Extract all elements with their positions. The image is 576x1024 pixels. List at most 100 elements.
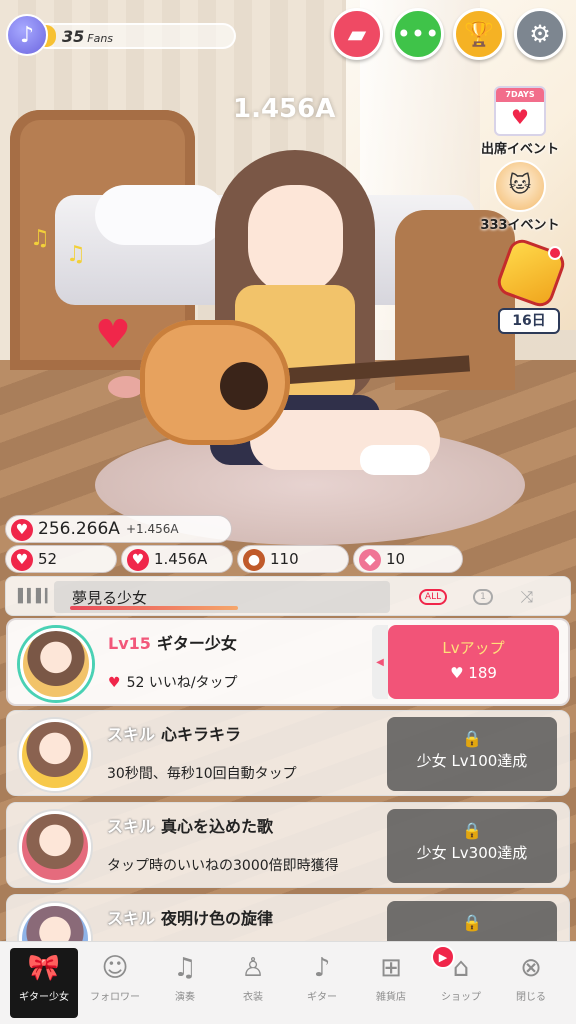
nav-close[interactable]: ⊗ 閉じる [497,948,565,1018]
event-333-button[interactable]: 🐱 333イベント [474,160,566,233]
tap-likes-pill: ♥ 52 [5,545,117,573]
guitar-girl-character[interactable] [140,150,471,490]
skill-desc: 30秒間、毎秒10回自動タップ [107,766,297,782]
repeat-all-icon: ALL [418,589,448,605]
skill-name: 心キラキラ [161,725,242,744]
locked-skill-button[interactable]: 🔒 少女 Lv300達成 [387,809,557,883]
lock-requirement: 少女 Lv100達成 [416,752,528,770]
skill-desc: タップ時のいいねの3000倍即時獲得 [107,858,339,874]
socks [360,445,430,475]
skill-card: スキル 真心を込めた歌 タップ時のいいねの3000倍即時獲得 🔒 少女 Lv300… [6,802,570,888]
nav-label: ギター少女 [19,992,69,1003]
heart-clock-icon: ♥ [127,549,149,571]
skill-title: スキル 心キラキラ [107,721,241,745]
basketball-count: 110 [270,550,299,568]
trophy-button[interactable]: 🏆 [453,8,505,60]
basketball-icon: ● [243,549,265,571]
music-orb-icon[interactable]: ♪ [6,14,48,56]
lock-icon: 🔒 [462,729,482,748]
skill-avatar [19,811,91,883]
repeat-one-icon: 1 [473,589,493,605]
candy-count: 10 [386,550,406,568]
basketball-pill: ● 110 [237,545,349,573]
music-note-icon: ♫ [173,953,197,983]
skill-prefix: スキル [107,909,156,928]
guitar-girl-avatar[interactable] [20,628,92,700]
calendar-header: 7DAYS [496,88,544,102]
music-player: ▌▍▌▎ 夢見る少女 ALL 1 ⤨ [5,576,571,616]
nav-costume[interactable]: ♙ 衣装 [219,948,287,1018]
nav-label: 演奏 [175,992,195,1003]
nav-guitar-girl[interactable]: 🎀 ギター少女 [10,948,78,1018]
music-note-icon: ♫ [30,226,50,251]
tap-heart-icon: ♥ [11,549,33,571]
card-desc: ♥ 52 いいね/タップ [108,672,238,692]
chevron-left-icon: ◀ [376,656,384,668]
gift-icon: ⊞ [380,953,402,983]
girl-level-card: Lv15 ギター少女 ♥ 52 いいね/タップ ◀ Lvアップ ♥ 189 [6,618,570,706]
level-up-button[interactable]: Lvアップ ♥ 189 [388,625,559,699]
repeat-all-button[interactable]: ALL [417,584,449,610]
face [248,185,343,295]
song-progress-bar [70,606,238,610]
card-title: Lv15 ギター少女 [108,630,237,654]
skill-name: 夜明け色の旋律 [161,909,274,928]
nav-label: ギター [307,992,337,1003]
total-likes: 256.266A [38,519,120,539]
slipper [108,376,144,398]
fans-label: Fans [87,32,114,45]
trophy-icon: 🏆 [464,20,494,48]
ticket-button[interactable]: ▰ [331,8,383,60]
timed-likes-pill: ♥ 1.456A [121,545,233,573]
song-title: 夢見る少女 [72,589,148,607]
likes-per-tap: 52 [38,550,58,568]
skill-title: スキル 真心を込めた歌 [107,813,273,837]
skill-avatar [19,719,91,791]
attendance-event-button[interactable]: 7DAYS ♥ 出席イベント [474,86,566,157]
star-event-button[interactable]: 16日 [493,235,569,340]
guitar-icon: ♪ [313,953,331,983]
skill-title: スキル 夜明け色の旋律 [107,905,273,929]
nav-label: ショップ [441,992,481,1003]
nav-perform[interactable]: ♫ 演奏 [151,948,219,1018]
candy-icon: ◆ [359,549,381,571]
followers-icon: ☺ [101,953,129,983]
heart-icon: ♥ [11,519,33,541]
music-note-icon: ♫ [66,242,86,267]
nav-followers[interactable]: ☺ フォロワー [81,948,149,1018]
event-333-label: 333イベント [480,218,560,233]
floating-likes-amount: 1.456A [233,94,336,124]
shuffle-button[interactable]: ⤨ [511,584,543,610]
girl-level: Lv15 [108,634,151,653]
bottom-nav: 🎀 ギター少女 ☺ フォロワー ♫ 演奏 ♙ 衣装 ♪ ギター ⊞ 雑貨店 ⌂ … [0,941,576,1024]
close-icon: ⊗ [520,953,542,983]
level-up-label: Lvアップ [442,639,505,657]
bow-icon: 🎀 [27,953,61,983]
song-title-box[interactable]: 夢見る少女 [54,581,390,613]
gear-icon: ⚙ [529,20,551,48]
chat-bubble-icon: ••• [396,20,440,48]
heart-icon: ♥ [450,664,464,682]
equalizer-icon[interactable]: ▌▍▌▎ [18,589,55,604]
likes-per-second: +1.456A [125,522,179,536]
repeat-one-button[interactable]: 1 [467,584,499,610]
total-likes-pill: ♥ 256.266A +1.456A [5,515,232,543]
calendar-icon: 7DAYS ♥ [494,86,546,136]
settings-button[interactable]: ⚙ [514,8,566,60]
expand-tab[interactable]: ◀ [372,625,388,699]
nav-label: フォロワー [90,992,140,1003]
level-up-cost: ♥ 189 [388,664,559,682]
chat-button[interactable]: ••• [392,8,444,60]
notification-dot [548,246,562,260]
star-event-days: 16日 [498,308,560,334]
lock-icon: 🔒 [462,913,482,932]
lock-icon: 🔒 [462,821,482,840]
attendance-event-label: 出席イベント [480,142,559,157]
play-badge-icon: ▶ [431,945,455,969]
nav-label: 衣装 [243,992,263,1003]
nav-general-store[interactable]: ⊞ 雑貨店 [357,948,425,1018]
skill-prefix: スキル [107,817,156,836]
locked-skill-button[interactable]: 🔒 少女 Lv100達成 [387,717,557,791]
heart-icon: ♥ [95,312,131,358]
nav-guitar[interactable]: ♪ ギター [288,948,356,1018]
